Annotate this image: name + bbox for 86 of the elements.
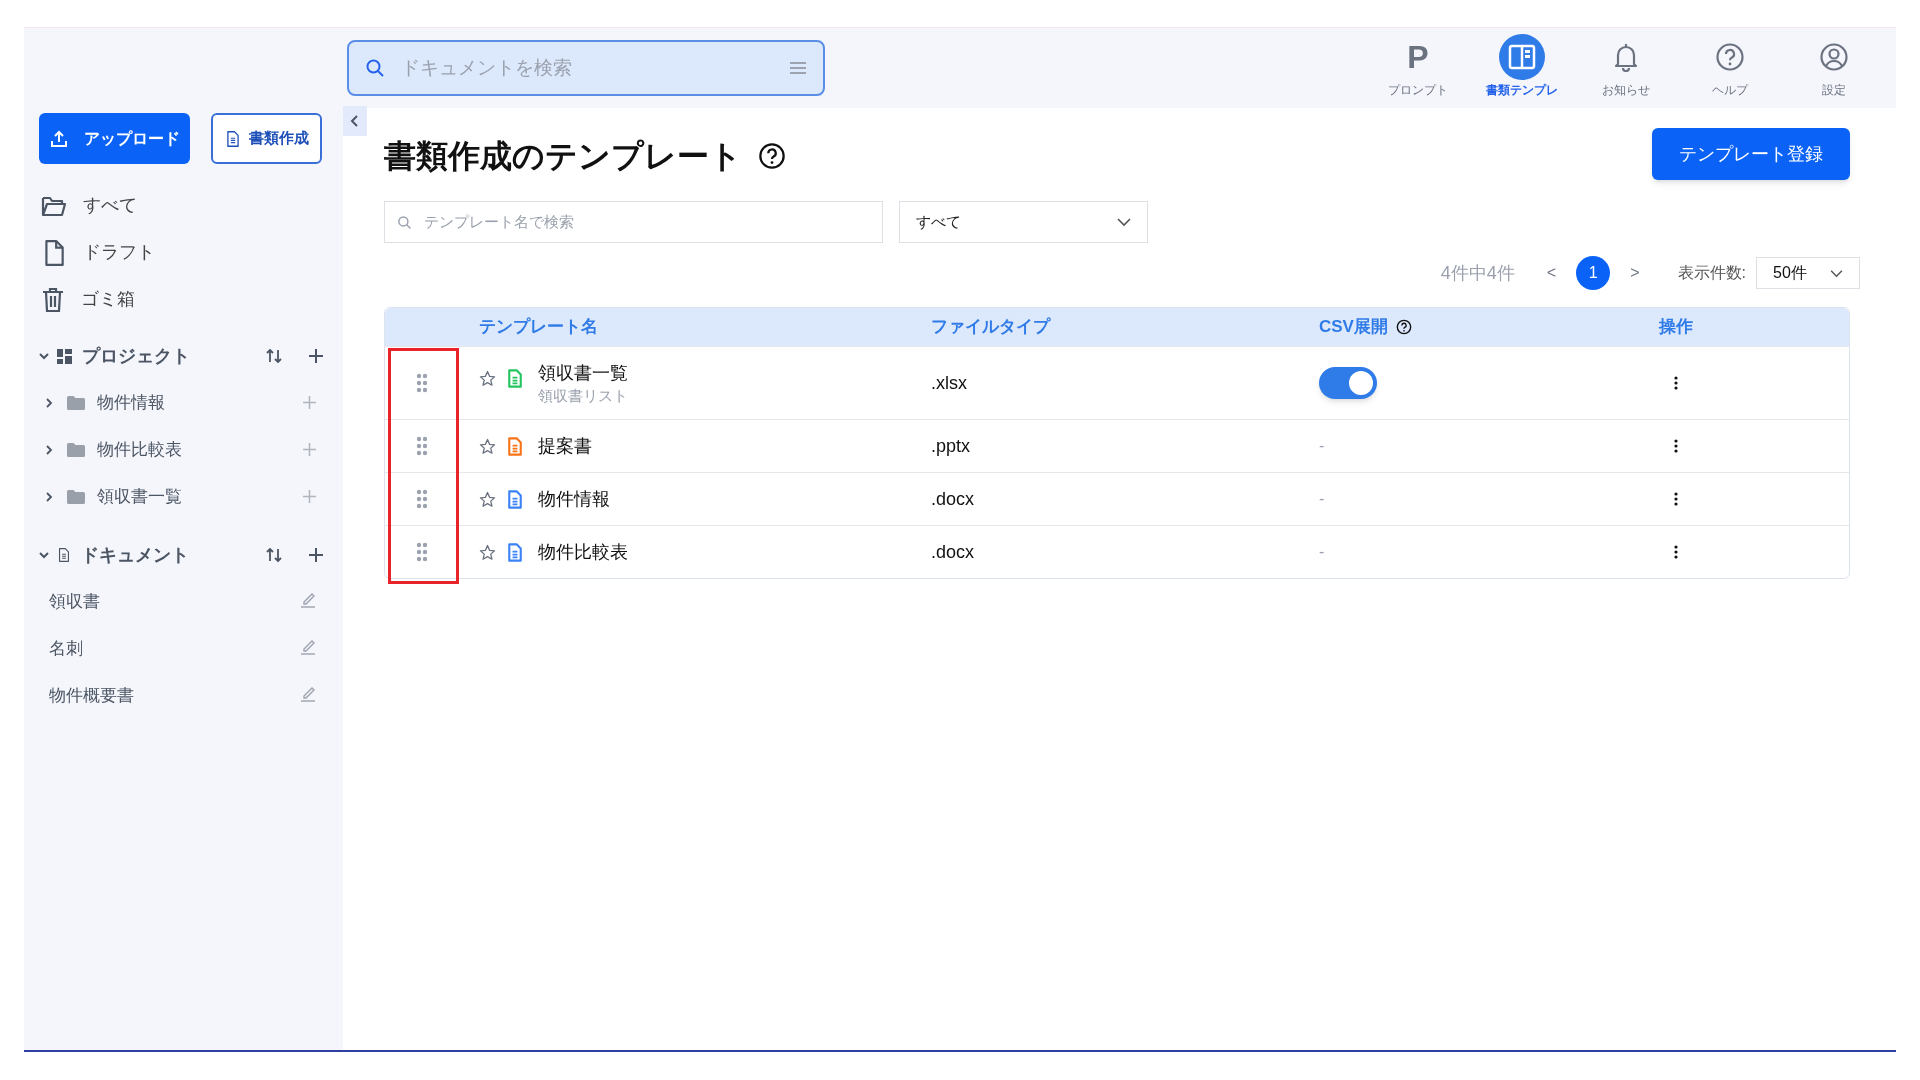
result-count: 4件中4件 (1440, 261, 1515, 285)
drag-handle-icon (416, 436, 428, 456)
sort-icon (266, 547, 282, 563)
template-name[interactable]: 提案書 (538, 434, 592, 458)
help-icon (758, 142, 786, 170)
search-icon (365, 58, 385, 78)
search-input[interactable]: ドキュメントを検索 (401, 53, 773, 83)
next-page-button[interactable]: > (1630, 261, 1640, 285)
previous-page-button[interactable]: < (1546, 261, 1557, 285)
page-title: 書類作成のテンプレート (384, 137, 742, 176)
trash-icon (41, 286, 65, 313)
document-icon (224, 129, 241, 148)
nav-tab[interactable]: 書類テンプレ (1470, 34, 1574, 104)
column-header: ファイルタイプ (931, 316, 1050, 339)
search-field[interactable]: ドキュメントを検索 (347, 40, 825, 96)
sidebar-item[interactable]: ドラフト (39, 229, 325, 276)
drag-handle-icon (416, 542, 428, 562)
chevron-down-icon (1117, 217, 1131, 227)
plus-icon (309, 548, 323, 562)
template-search-input[interactable]: テンプレート名で検索 (424, 210, 870, 234)
nav-tab[interactable]: お知らせ (1574, 34, 1678, 104)
template-search-field[interactable]: テンプレート名で検索 (384, 201, 883, 243)
plus-icon (303, 396, 316, 409)
help-icon (1395, 319, 1412, 335)
section-title[interactable]: プロジェクト (82, 342, 190, 370)
csv-cell-text: - (1319, 542, 1325, 562)
search-icon (397, 214, 412, 230)
help-icon (1715, 42, 1745, 72)
template-name[interactable]: 領収書一覧 (538, 361, 628, 385)
template-name[interactable]: 物件情報 (538, 487, 610, 511)
sidebar-item[interactable]: すべて (39, 182, 325, 229)
more-icon[interactable] (1674, 545, 1678, 559)
project-item[interactable]: 領収書一覧 (97, 483, 182, 510)
bell-icon (1613, 42, 1639, 72)
user-icon (1819, 42, 1849, 72)
drag-handle-icon (416, 373, 428, 393)
upload-button[interactable]: アップロード (39, 113, 190, 164)
document-item[interactable]: 物件概要書 (49, 682, 134, 709)
folder-icon (67, 442, 85, 457)
nav-tab[interactable]: 設定 (1782, 34, 1886, 104)
create-button[interactable]: 書類作成 (211, 113, 322, 164)
more-icon[interactable] (1674, 376, 1678, 390)
section-title[interactable]: ドキュメント (81, 541, 189, 569)
plus-icon (303, 443, 316, 456)
sidebar-item[interactable]: ゴミ箱 (39, 276, 325, 323)
menu-icon (789, 61, 807, 75)
column-header: CSV展開 (1319, 316, 1388, 339)
register-button[interactable]: テンプレート登録 (1652, 128, 1850, 180)
csv-toggle[interactable] (1319, 367, 1377, 399)
filter-dropdown[interactable]: すべて (899, 201, 1148, 243)
file-type-cell-text: .xlsx (931, 371, 968, 395)
nav-tab[interactable]: P プロンプト (1366, 34, 1470, 104)
book-icon (1508, 44, 1536, 70)
document-icon (57, 547, 71, 563)
chevron-down-icon (1830, 268, 1843, 278)
folder-icon (67, 395, 85, 410)
page-size-dropdown[interactable]: 50件 (1756, 257, 1860, 289)
folder-icon (67, 489, 85, 504)
template-name[interactable]: 物件比較表 (538, 540, 628, 564)
project-item[interactable]: 物件比較表 (97, 436, 182, 463)
more-icon[interactable] (1674, 439, 1678, 453)
csv-cell-text: - (1319, 489, 1325, 509)
file-type-cell-text: .pptx (931, 434, 972, 458)
csv-cell-text: - (1319, 436, 1325, 456)
chevron-left-icon (350, 115, 360, 127)
column-header: 操作 (1659, 316, 1693, 339)
sort-icon (266, 348, 282, 364)
nav-tab[interactable]: ヘルプ (1678, 34, 1782, 104)
project-item[interactable]: 物件情報 (97, 389, 165, 416)
page-size-label: 表示件数: (1677, 263, 1746, 283)
collapse-button[interactable] (343, 106, 367, 136)
folder-icon (41, 194, 67, 217)
file-type-cell-text: .docx (931, 487, 976, 511)
page-button[interactable]: 1 (1576, 256, 1611, 290)
document-item[interactable]: 領収書 (49, 588, 100, 615)
prompt-glyph: P (1407, 41, 1429, 73)
upload-icon (49, 129, 68, 148)
more-icon[interactable] (1674, 492, 1678, 506)
plus-icon (303, 490, 316, 503)
plus-icon (309, 349, 323, 363)
document-item[interactable]: 名刺 (49, 635, 83, 662)
column-header: テンプレート名 (479, 316, 598, 339)
template-description: 領収書リスト (538, 386, 628, 406)
file-type-cell-text: .docx (931, 540, 976, 564)
grid-icon (57, 348, 72, 364)
drag-handle-icon (416, 489, 428, 509)
